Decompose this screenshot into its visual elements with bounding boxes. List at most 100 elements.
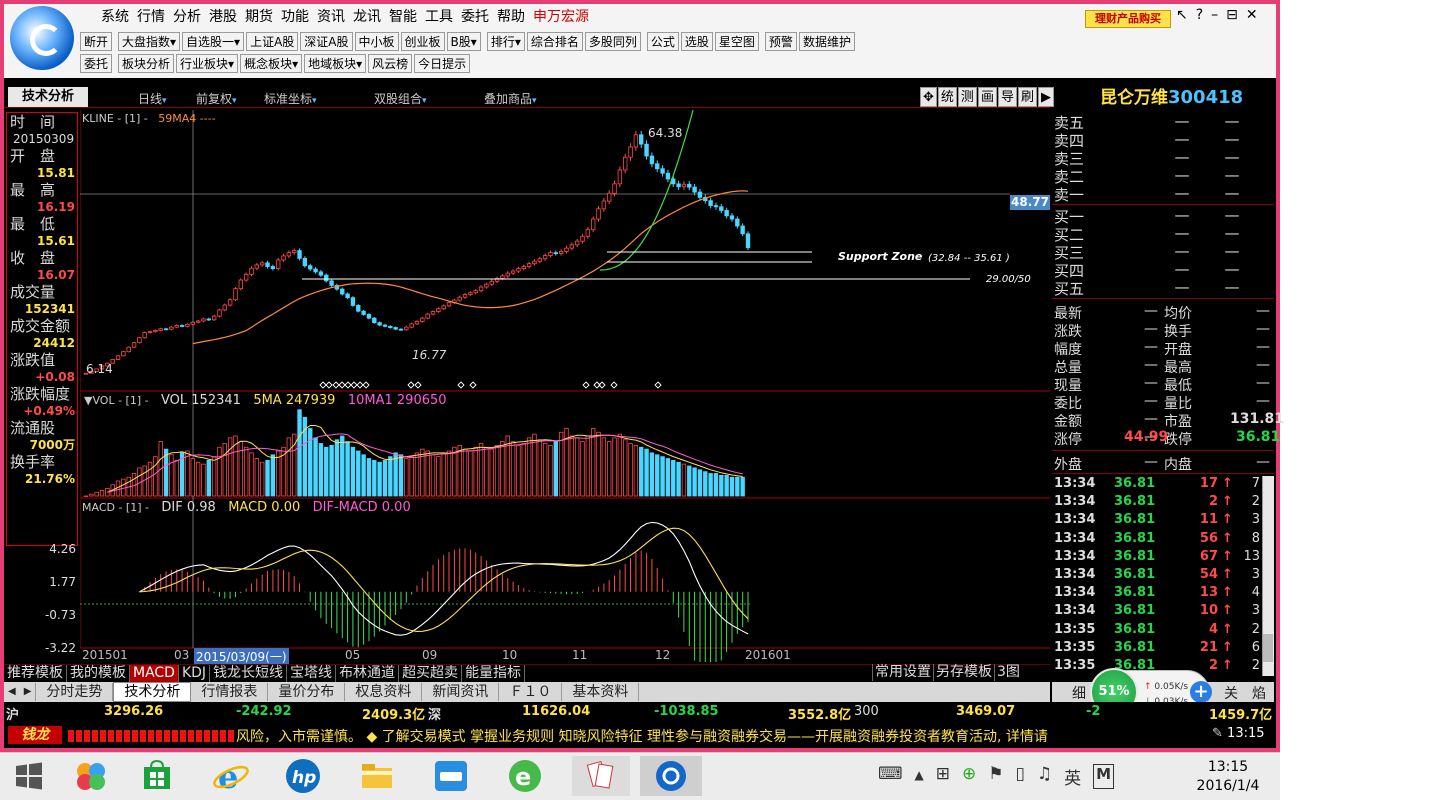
qianlong-app-icon[interactable] <box>640 756 702 796</box>
indicator-tab[interactable]: 宝塔线 <box>287 665 337 682</box>
chart-tool-button[interactable]: 画 <box>977 87 997 107</box>
toolbar-button[interactable]: 选股 <box>680 31 713 51</box>
view-tab[interactable]: 新闻资讯 <box>422 683 500 701</box>
menu-item[interactable]: 功能 <box>278 6 314 26</box>
tick-row[interactable]: 13:34 36.81 10 ↑ 3 <box>1052 603 1262 621</box>
close-icon[interactable]: ✕ <box>1246 7 1258 23</box>
chart-option-dropdown[interactable]: 双股组合▾ <box>374 90 427 107</box>
toolbar-button[interactable]: 断开 <box>80 31 113 51</box>
indicator-setting-button[interactable]: 常用设置 <box>872 664 933 681</box>
indicator-tab[interactable]: 我的模板 <box>67 665 130 682</box>
plus-icon[interactable]: + <box>1190 681 1212 703</box>
tick-row[interactable]: 13:34 36.81 17 ↑ 7 <box>1052 476 1262 494</box>
tick-row[interactable]: 13:34 36.81 11 ↑ 3 <box>1052 512 1262 530</box>
indicator-tab[interactable]: 能量指标 <box>462 665 526 682</box>
card-game-icon[interactable] <box>572 756 630 796</box>
view-tab[interactable]: 行情报表 <box>191 683 269 701</box>
chart-tool-button[interactable]: 统 <box>937 87 957 107</box>
chevron-up-icon[interactable]: ▲ <box>915 764 924 789</box>
menu-item[interactable]: 工具 <box>422 6 458 26</box>
chart-option-dropdown[interactable]: 日线▾ <box>138 90 167 107</box>
toolbar-button[interactable]: B股▾ <box>446 31 481 51</box>
toolbar-button[interactable]: 大盘指数▾ <box>118 31 181 51</box>
ime-indicator[interactable]: 英 <box>1064 764 1081 789</box>
pointer-icon[interactable]: ↖ <box>1176 7 1188 23</box>
browser-icon[interactable]: e <box>504 756 546 796</box>
tick-row[interactable]: 13:35 36.81 21 ↑ 6 <box>1052 640 1262 658</box>
toolbar-button[interactable]: 公式 <box>646 31 679 51</box>
menu-item[interactable]: 分析 <box>170 6 206 26</box>
tick-row[interactable]: 13:34 36.81 2 ↑ 2 <box>1052 494 1262 512</box>
taskbar-clock[interactable]: 13:15 2016/1/4 <box>1185 758 1271 796</box>
menu-item[interactable]: 港股 <box>206 6 242 26</box>
tick-scroll-thumb[interactable] <box>1263 634 1273 662</box>
battery-icon[interactable]: ▯ <box>1016 764 1025 789</box>
toolbar-button[interactable]: 创业板 <box>400 31 445 51</box>
toolbar-button[interactable]: 多股同列 <box>584 31 641 51</box>
indicator-tab[interactable]: 钱龙长短线 <box>210 665 288 682</box>
view-tab[interactable]: 分时走势 <box>36 683 114 701</box>
internet-explorer-icon[interactable]: e <box>210 756 252 796</box>
menu-item[interactable]: 帮助 <box>494 6 530 26</box>
tick-row[interactable]: 13:34 36.81 67 ↑ 13 <box>1052 549 1262 567</box>
file-explorer-icon[interactable] <box>356 756 398 796</box>
toolbar-button[interactable]: 星空图 <box>714 31 759 51</box>
view-tab[interactable]: Ｆ１０ <box>499 683 563 701</box>
toolbar-button[interactable]: 委托 <box>80 53 113 73</box>
toolbar-button[interactable]: 数据维护 <box>798 31 855 51</box>
tab-technical-analysis[interactable]: 技术分析 <box>8 87 88 107</box>
toolbar-button[interactable]: 排行▾ <box>486 31 525 51</box>
tick-row[interactable]: 13:34 36.81 54 ↑ 3 <box>1052 567 1262 585</box>
chart-option-dropdown[interactable]: 前复权▾ <box>196 90 237 107</box>
color-app-icon[interactable] <box>70 756 112 796</box>
view-tab[interactable]: 基本资料 <box>562 683 640 701</box>
chart-option-dropdown[interactable]: 叠加商品▾ <box>484 90 537 107</box>
menu-item[interactable]: 期货 <box>242 6 278 26</box>
chart-tool-button[interactable]: 导 <box>997 87 1017 107</box>
indicator-tab[interactable]: 布林通道 <box>336 665 400 682</box>
detail-tab[interactable]: 细 <box>1072 683 1086 703</box>
volume-icon[interactable]: ♫ <box>1037 764 1052 789</box>
keyboard-icon[interactable]: ⌨ <box>878 764 903 789</box>
toolbar-button[interactable]: 行业板块▾ <box>176 53 239 73</box>
promo-button[interactable]: 理财产品购买 <box>1085 10 1171 28</box>
detail-tab-close[interactable]: 关 <box>1224 683 1238 703</box>
restore-icon[interactable]: ⊟ <box>1226 7 1238 23</box>
chart-option-dropdown[interactable]: 标准坐标▾ <box>264 90 317 107</box>
minimize-icon[interactable]: – <box>1211 7 1218 23</box>
toolbar-button[interactable]: 自选股一▾ <box>182 31 245 51</box>
indicator-tab[interactable]: MACD <box>130 665 179 682</box>
help-icon[interactable]: ? <box>1196 7 1203 23</box>
chevron-right-icon[interactable]: ▶ <box>20 683 37 701</box>
toolbar-button[interactable]: 深证A股 <box>300 31 353 51</box>
indicator-tab[interactable]: 推荐模板 <box>4 665 67 682</box>
plus-circle-icon[interactable]: ⊕ <box>962 764 976 789</box>
menu-item[interactable]: 龙讯 <box>350 6 386 26</box>
windows-start-icon[interactable] <box>8 756 50 796</box>
toolbar-button[interactable]: 中小板 <box>354 31 399 51</box>
news-ticker-text[interactable]: 风险，入市需谨慎。 ◆ 了解交易模式 掌握业务规则 知晓风险特征 理性参与融资融… <box>236 726 1186 746</box>
toolbar-button[interactable]: 概念板块▾ <box>240 53 303 73</box>
menu-item[interactable]: 资讯 <box>314 6 350 26</box>
toolbar-button[interactable]: 上证A股 <box>246 31 299 51</box>
toolbar-button[interactable]: 风云榜 <box>368 53 413 73</box>
menu-item[interactable]: 行情 <box>134 6 170 26</box>
app-logo-icon[interactable] <box>10 6 74 70</box>
price-chart[interactable] <box>80 110 1050 662</box>
indicator-setting-button[interactable]: 3图 <box>994 664 1022 681</box>
chart-tool-button[interactable]: 测 <box>957 87 977 107</box>
indicator-setting-button[interactable]: 另存模板 <box>933 664 994 681</box>
store-icon[interactable] <box>136 756 178 796</box>
toolbar-button[interactable]: 今日提示 <box>414 53 471 73</box>
chart-tool-button[interactable]: 刷 <box>1017 87 1037 107</box>
menu-item[interactable]: 委托 <box>458 6 494 26</box>
view-tab[interactable]: 技术分析 <box>113 682 192 702</box>
detail-tab-flame[interactable]: 焰 <box>1252 683 1266 703</box>
indicator-tab[interactable]: KDJ <box>179 665 211 682</box>
hp-icon[interactable]: hp <box>282 756 324 796</box>
toolbar-button[interactable]: 地域板块▾ <box>304 53 367 73</box>
chevron-left-icon[interactable]: ◀ <box>4 683 20 701</box>
view-tab[interactable]: 权息资料 <box>345 683 423 701</box>
move-icon[interactable]: ✥ <box>920 87 937 107</box>
tick-row[interactable]: 13:34 36.81 13 ↑ 4 <box>1052 585 1262 603</box>
